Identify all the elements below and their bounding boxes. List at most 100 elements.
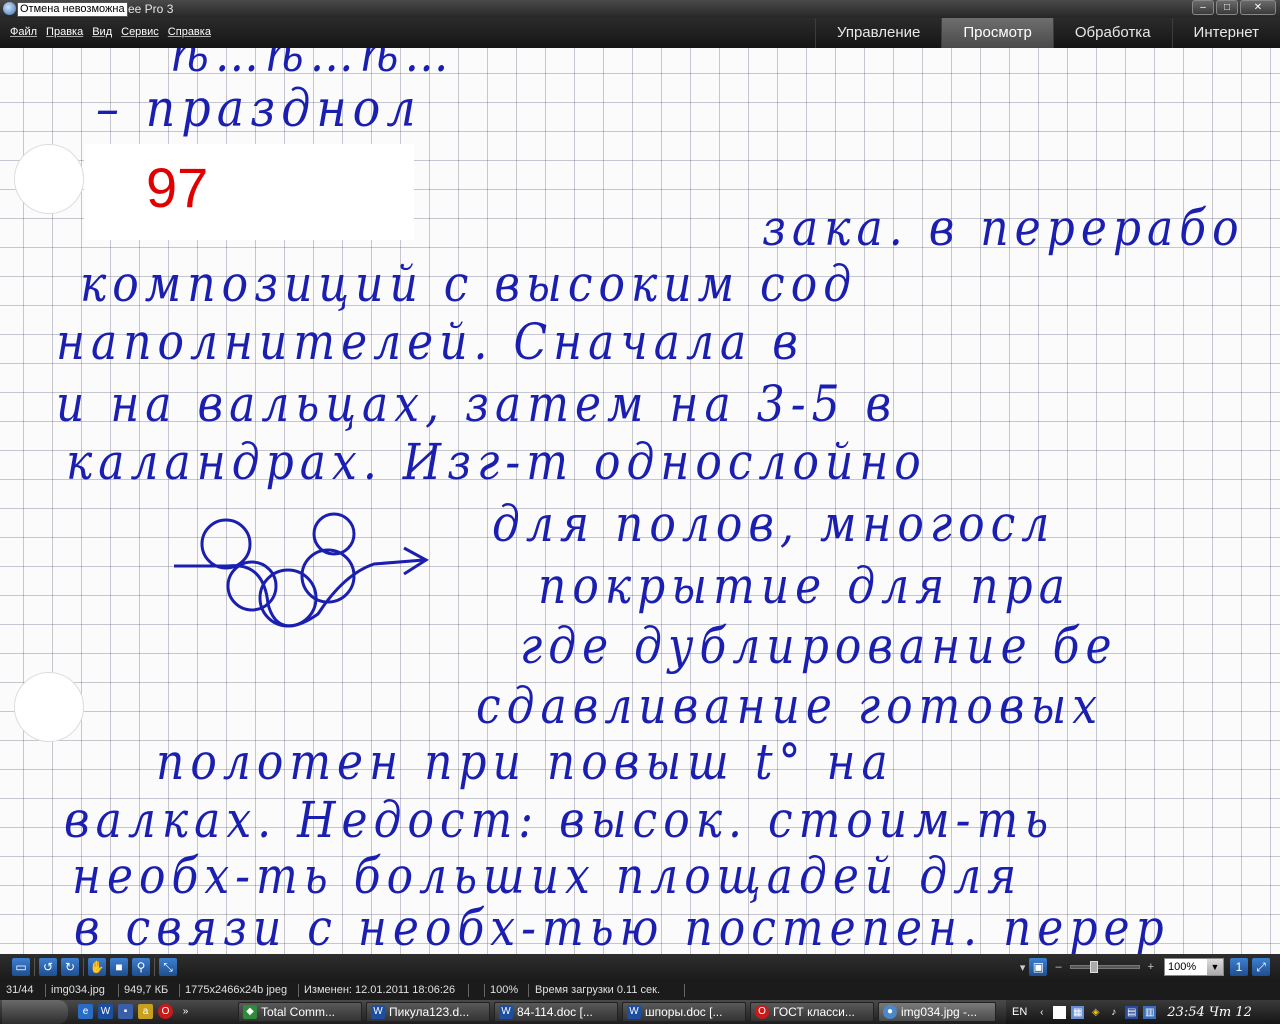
handwritten-line: в связи с необх-тью постепен. перер (74, 900, 1170, 954)
status-separator (118, 984, 119, 997)
word-icon[interactable]: W (98, 1004, 113, 1019)
chevron-down-icon[interactable]: ▾ (1020, 961, 1026, 974)
tab-edit[interactable]: Обработка (1052, 18, 1172, 48)
status-separator (298, 984, 299, 997)
avast-icon[interactable]: a (138, 1004, 153, 1019)
handwritten-line: для полов, многосл (492, 496, 1056, 554)
handwritten-line: сдавливание готовых (476, 678, 1104, 736)
image-viewer[interactable]: 97 ѣ…ѣ…ѣ… – празднол зака. в перерабо ко… (0, 48, 1280, 954)
handwritten-line: где дублирование бе (520, 618, 1118, 676)
zoom-out-button[interactable]: – (1055, 961, 1061, 973)
maximize-button[interactable]: □ (1216, 0, 1238, 15)
more-icon[interactable]: » (178, 1004, 193, 1019)
title-bar: Отмена невозможна ee Pro 3 – □ ✕ (0, 0, 1280, 18)
select-tool-icon[interactable]: ■ (110, 958, 128, 976)
word-icon: W (627, 1005, 641, 1019)
word-icon: W (499, 1005, 513, 1019)
tray-expand-icon[interactable]: ‹ (1035, 1006, 1048, 1019)
zoom-in-button[interactable]: + (1148, 961, 1154, 973)
task-word-document[interactable]: W Пикула123.d... (366, 1002, 490, 1022)
status-dimensions: 1775x2466x24b jpeg (185, 984, 288, 996)
volume-icon[interactable]: ♪ (1107, 1006, 1120, 1019)
start-button[interactable] (2, 1000, 68, 1024)
toolbar-separator (83, 958, 84, 976)
task-label: 84-114.doc [... (517, 1005, 593, 1019)
flag-icon[interactable]: ▤ (1125, 1005, 1139, 1019)
handwritten-line: и на вальцах, затем на 3-5 в (56, 376, 898, 434)
task-word-document[interactable]: W 84-114.doc [... (494, 1002, 618, 1022)
toolbar-separator (154, 958, 155, 976)
shield-icon[interactable]: ◈ (1089, 1006, 1102, 1019)
fit-to-screen-icon[interactable]: ⤢ (1252, 958, 1270, 976)
viewer-icon: ● (883, 1005, 897, 1019)
network-icon[interactable]: ▦ (1071, 1005, 1085, 1019)
fit-window-icon[interactable]: ▣ (1029, 958, 1048, 976)
status-filename: img034.jpg (51, 984, 105, 996)
task-label: Пикула123.d... (389, 1005, 470, 1019)
clock[interactable]: 23:54 Чт 12 (1167, 1005, 1252, 1020)
status-modified: Изменен: 12.01.2011 18:06:26 (304, 984, 456, 996)
close-button[interactable]: ✕ (1240, 0, 1276, 15)
menu-edit[interactable]: Правка (46, 26, 83, 38)
total-commander-icon: ◆ (243, 1005, 257, 1019)
task-label: ГОСТ класси... (773, 1005, 855, 1019)
status-separator (684, 984, 685, 997)
hand-tool-icon[interactable]: ✋ (88, 958, 106, 976)
zoom-select[interactable]: 100% ▼ (1164, 958, 1224, 976)
status-separator (484, 984, 485, 997)
tab-manage[interactable]: Управление (814, 18, 941, 48)
system-tray: EN ‹ ▦ ◈ ♪ ▤ ▥ 23:54 Чт 12 (1006, 1000, 1280, 1024)
actual-size-icon[interactable]: 1 (1230, 958, 1248, 976)
task-image-viewer[interactable]: ● img034.jpg -... (878, 1002, 996, 1022)
task-list: ◆ Total Comm... W Пикула123.d... W 84-11… (238, 1002, 1000, 1022)
handwritten-line: – празднол (96, 78, 422, 139)
opera-icon: O (755, 1005, 769, 1019)
zoom-slider-thumb[interactable] (1090, 961, 1099, 973)
ie-icon[interactable]: e (78, 1004, 93, 1019)
status-filesize: 949,7 КБ (124, 984, 169, 996)
rotate-left-icon[interactable]: ↺ (39, 958, 57, 976)
zoom-slider[interactable] (1069, 961, 1140, 973)
mode-tabs: Управление Просмотр Обработка Интернет (814, 18, 1280, 48)
window-icon[interactable] (1053, 1005, 1067, 1019)
tab-view[interactable]: Просмотр (941, 18, 1053, 48)
fullscreen-icon[interactable]: ⤡ (159, 958, 177, 976)
dropdown-arrow-icon[interactable]: ▼ (1207, 959, 1223, 975)
handwritten-line: полотен при повыш t° на (156, 734, 894, 792)
handwritten-line: валках. Недост: высок. стоим-ть (64, 792, 1055, 850)
opera-icon[interactable]: O (158, 1004, 173, 1019)
status-separator (468, 984, 469, 997)
menu-file[interactable]: Файл (10, 26, 37, 38)
handwritten-line: необх-ть больших площадей для (72, 848, 1023, 906)
zoom-tool-icon[interactable]: ⚲ (132, 958, 150, 976)
word-icon: W (371, 1005, 385, 1019)
task-opera[interactable]: O ГОСТ класси... (750, 1002, 874, 1022)
handwritten-line: каландрах. Изг-т однослойно (66, 434, 927, 492)
menu-tools[interactable]: Сервис (121, 26, 159, 38)
bottom-toolbar: ▭ ↺ ↻ ✋ ■ ⚲ ⤡ ▾ ▣ – + 100% ▼ 1 ⤢ (0, 954, 1280, 981)
handwritten-line: композиций с высоким сод (80, 256, 858, 314)
page-number: 97 (146, 156, 209, 219)
minimize-button[interactable]: – (1192, 0, 1214, 15)
undo-tooltip: Отмена невозможна (17, 2, 128, 17)
window-title: ee Pro 3 (128, 2, 174, 16)
handwritten-line: покрытие для пра (538, 558, 1071, 616)
status-separator (179, 984, 180, 997)
menu-view[interactable]: Вид (92, 26, 112, 38)
app-icon[interactable] (3, 2, 16, 15)
zoom-value: 100% (1168, 961, 1197, 973)
handwritten-line: зака. в перерабо (762, 200, 1245, 258)
slideshow-icon[interactable]: ▭ (12, 958, 30, 976)
stats-icon[interactable]: ▥ (1143, 1005, 1157, 1019)
viewer-tools: ▭ ↺ ↻ ✋ ■ ⚲ ⤡ (12, 958, 181, 976)
rollers-diagram (174, 512, 429, 628)
white-patch (84, 144, 414, 240)
task-total-commander[interactable]: ◆ Total Comm... (238, 1002, 362, 1022)
status-separator (528, 984, 529, 997)
language-indicator[interactable]: EN (1012, 1006, 1027, 1018)
rotate-right-icon[interactable]: ↻ (61, 958, 79, 976)
menu-help[interactable]: Справка (168, 26, 211, 38)
task-word-document[interactable]: W шпоры.doc [... (622, 1002, 746, 1022)
save-icon[interactable]: ▪ (118, 1004, 133, 1019)
tab-online[interactable]: Интернет (1171, 18, 1280, 48)
